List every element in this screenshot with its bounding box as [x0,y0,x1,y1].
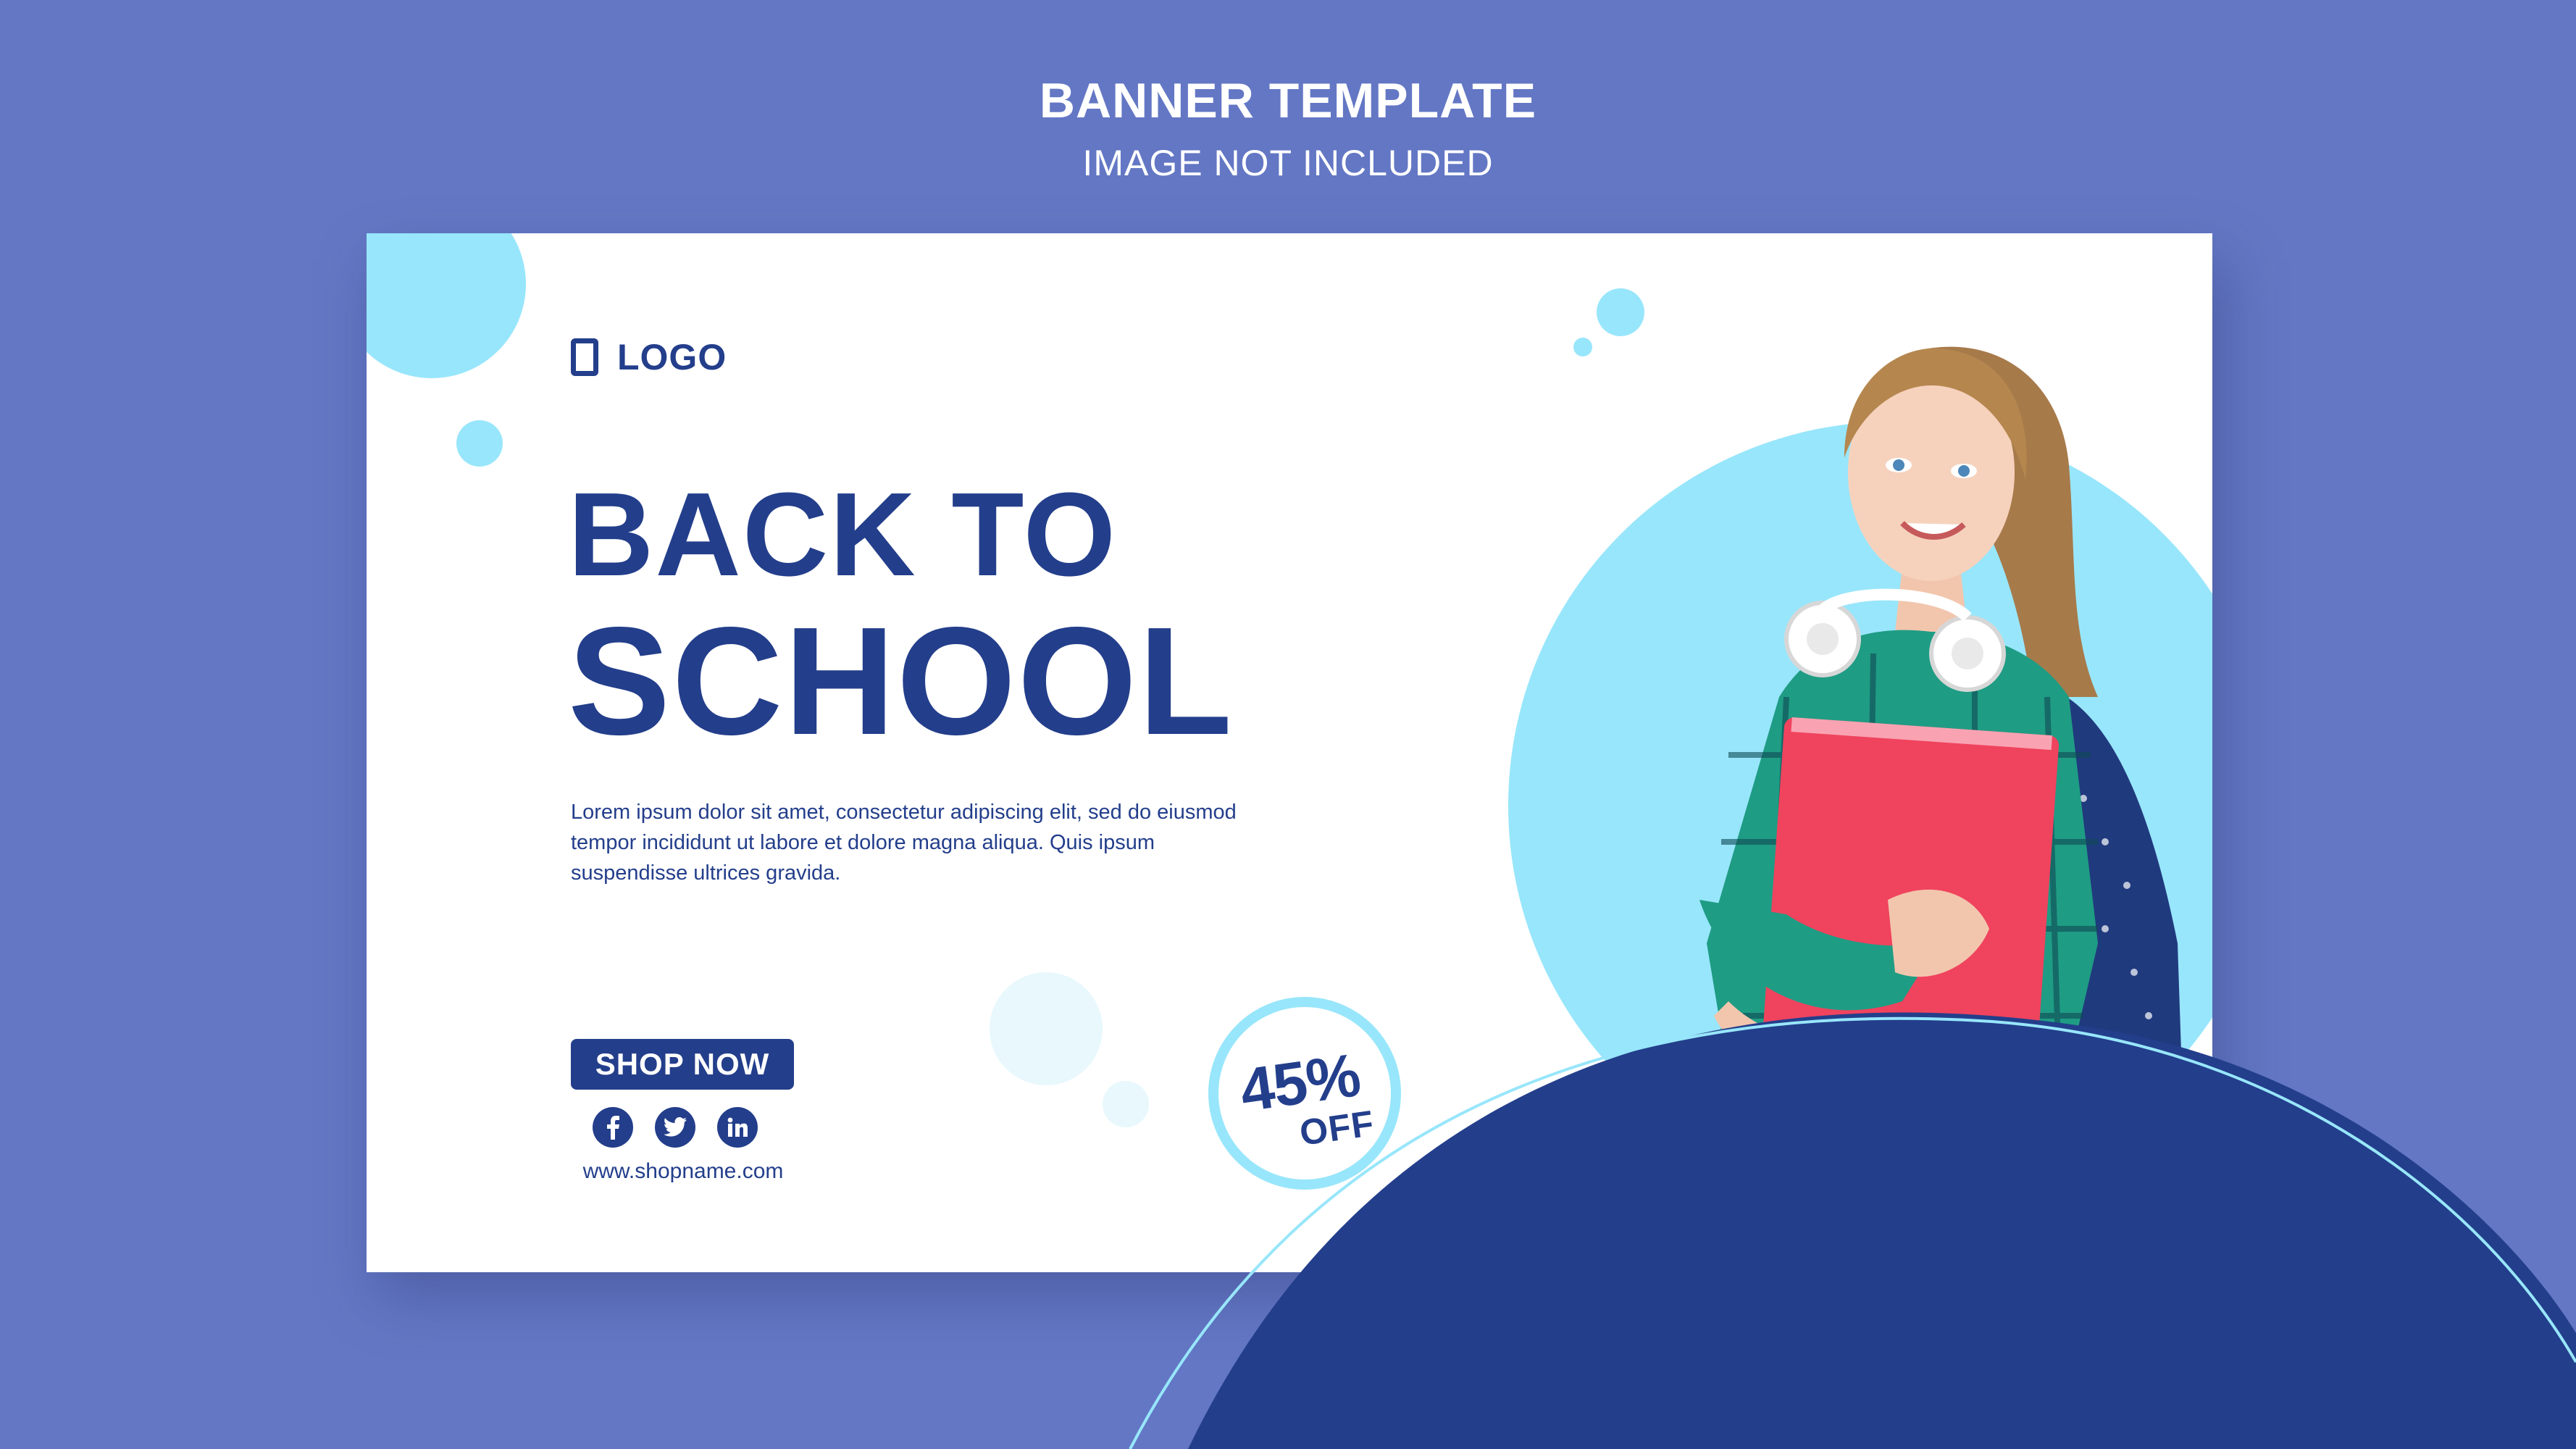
logo-text: LOGO [617,337,727,377]
logo-icon [571,338,598,376]
social-links [593,1107,758,1148]
decor-circle [1573,338,1592,356]
linkedin-icon[interactable] [717,1107,758,1148]
shop-now-button[interactable]: SHOP NOW [571,1039,794,1090]
header-title: BANNER TEMPLATE [1039,73,1537,128]
brand-logo[interactable]: LOGO [571,336,727,378]
decor-circle [367,233,526,378]
banner-card: LOGO BACK TO SCHOOL Lorem ipsum dolor si… [367,233,2212,1272]
body-text: Lorem ipsum dolor sit amet, consectetur … [571,801,1237,885]
decor-circle [1103,1081,1149,1127]
decor-circle [990,972,1103,1085]
facebook-icon[interactable] [593,1107,633,1148]
twitter-icon[interactable] [655,1107,695,1148]
discount-badge: 45% OFF [1208,997,1401,1190]
website-link[interactable]: www.shopname.com [571,1159,795,1184]
student-photo [1699,346,2185,1161]
headline-line-1: BACK TO [568,468,1118,601]
headline: BACK TO SCHOOL [568,475,1234,758]
header-subtitle: IMAGE NOT INCLUDED [1082,143,1494,183]
decor-circle [456,420,503,467]
headline-line-2: SCHOOL [568,595,1234,767]
